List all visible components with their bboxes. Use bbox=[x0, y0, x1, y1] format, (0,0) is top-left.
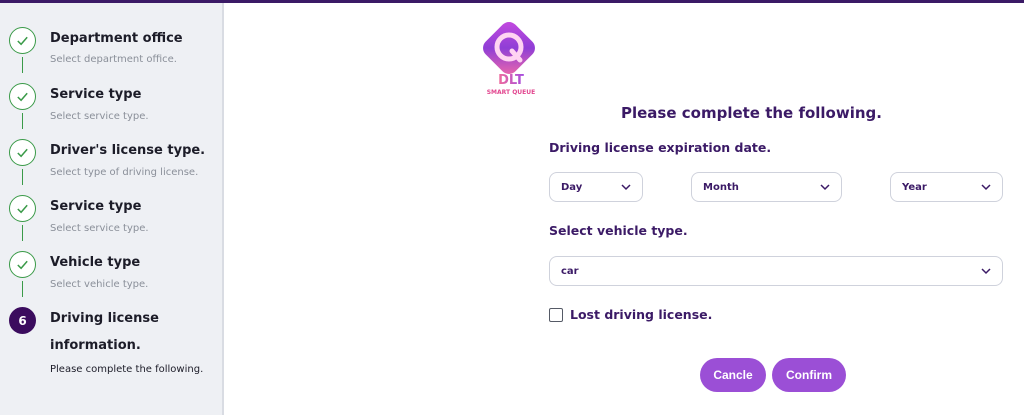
chevron-down-icon bbox=[820, 184, 830, 191]
svg-text:SMART QUEUE: SMART QUEUE bbox=[487, 89, 536, 96]
step-subtitle: Select service type. bbox=[50, 111, 149, 122]
month-select-value: Month bbox=[703, 181, 739, 193]
lost-license-checkbox[interactable] bbox=[549, 308, 563, 322]
step-title: Driver's license type. bbox=[50, 143, 206, 158]
vehicle-type-select[interactable]: car bbox=[549, 256, 1003, 286]
chevron-down-icon bbox=[981, 184, 991, 191]
check-icon bbox=[9, 195, 36, 222]
step-connector bbox=[21, 57, 24, 73]
month-select[interactable]: Month bbox=[691, 172, 842, 202]
step-subtitle: Please complete the following. bbox=[50, 364, 204, 375]
step-title: Department office bbox=[50, 31, 183, 46]
svg-text:DLT: DLT bbox=[498, 73, 524, 88]
lost-license-label: Lost driving license. bbox=[570, 307, 713, 322]
year-select-value: Year bbox=[902, 181, 927, 193]
step-title-line1: Driving license bbox=[50, 311, 159, 326]
day-select[interactable]: Day bbox=[549, 172, 643, 202]
step-title: Vehicle type bbox=[50, 255, 141, 270]
expiration-date-label: Driving license expiration date. bbox=[549, 140, 772, 155]
page-heading: Please complete the following. bbox=[621, 104, 882, 122]
chevron-down-icon bbox=[981, 268, 991, 275]
cancel-button[interactable]: Cancle bbox=[700, 358, 766, 392]
check-icon bbox=[9, 83, 36, 110]
confirm-button[interactable]: Confirm bbox=[772, 358, 846, 392]
check-icon bbox=[9, 251, 36, 278]
step-number-badge: 6 bbox=[9, 307, 36, 334]
step-connector bbox=[21, 225, 24, 241]
vehicle-type-value: car bbox=[561, 265, 579, 277]
step-connector bbox=[21, 169, 24, 185]
year-select[interactable]: Year bbox=[890, 172, 1003, 202]
step-subtitle: Select service type. bbox=[50, 223, 149, 234]
stepper-sidebar: Department office Select department offi… bbox=[0, 3, 224, 415]
step-subtitle: Select vehicle type. bbox=[50, 279, 149, 290]
check-icon bbox=[9, 27, 36, 54]
step-title: Service type bbox=[50, 199, 142, 214]
check-icon bbox=[9, 139, 36, 166]
day-select-value: Day bbox=[561, 181, 583, 193]
step-title-line2: information. bbox=[50, 338, 141, 353]
step-subtitle: Select department office. bbox=[50, 54, 177, 65]
chevron-down-icon bbox=[621, 184, 631, 191]
step-connector bbox=[21, 113, 24, 129]
dlt-smart-queue-logo: DLT SMART QUEUE bbox=[478, 22, 544, 98]
step-title: Service type bbox=[50, 87, 142, 102]
vehicle-type-label: Select vehicle type. bbox=[549, 223, 688, 238]
step-connector bbox=[21, 281, 24, 297]
step-subtitle: Select type of driving license. bbox=[50, 167, 199, 178]
